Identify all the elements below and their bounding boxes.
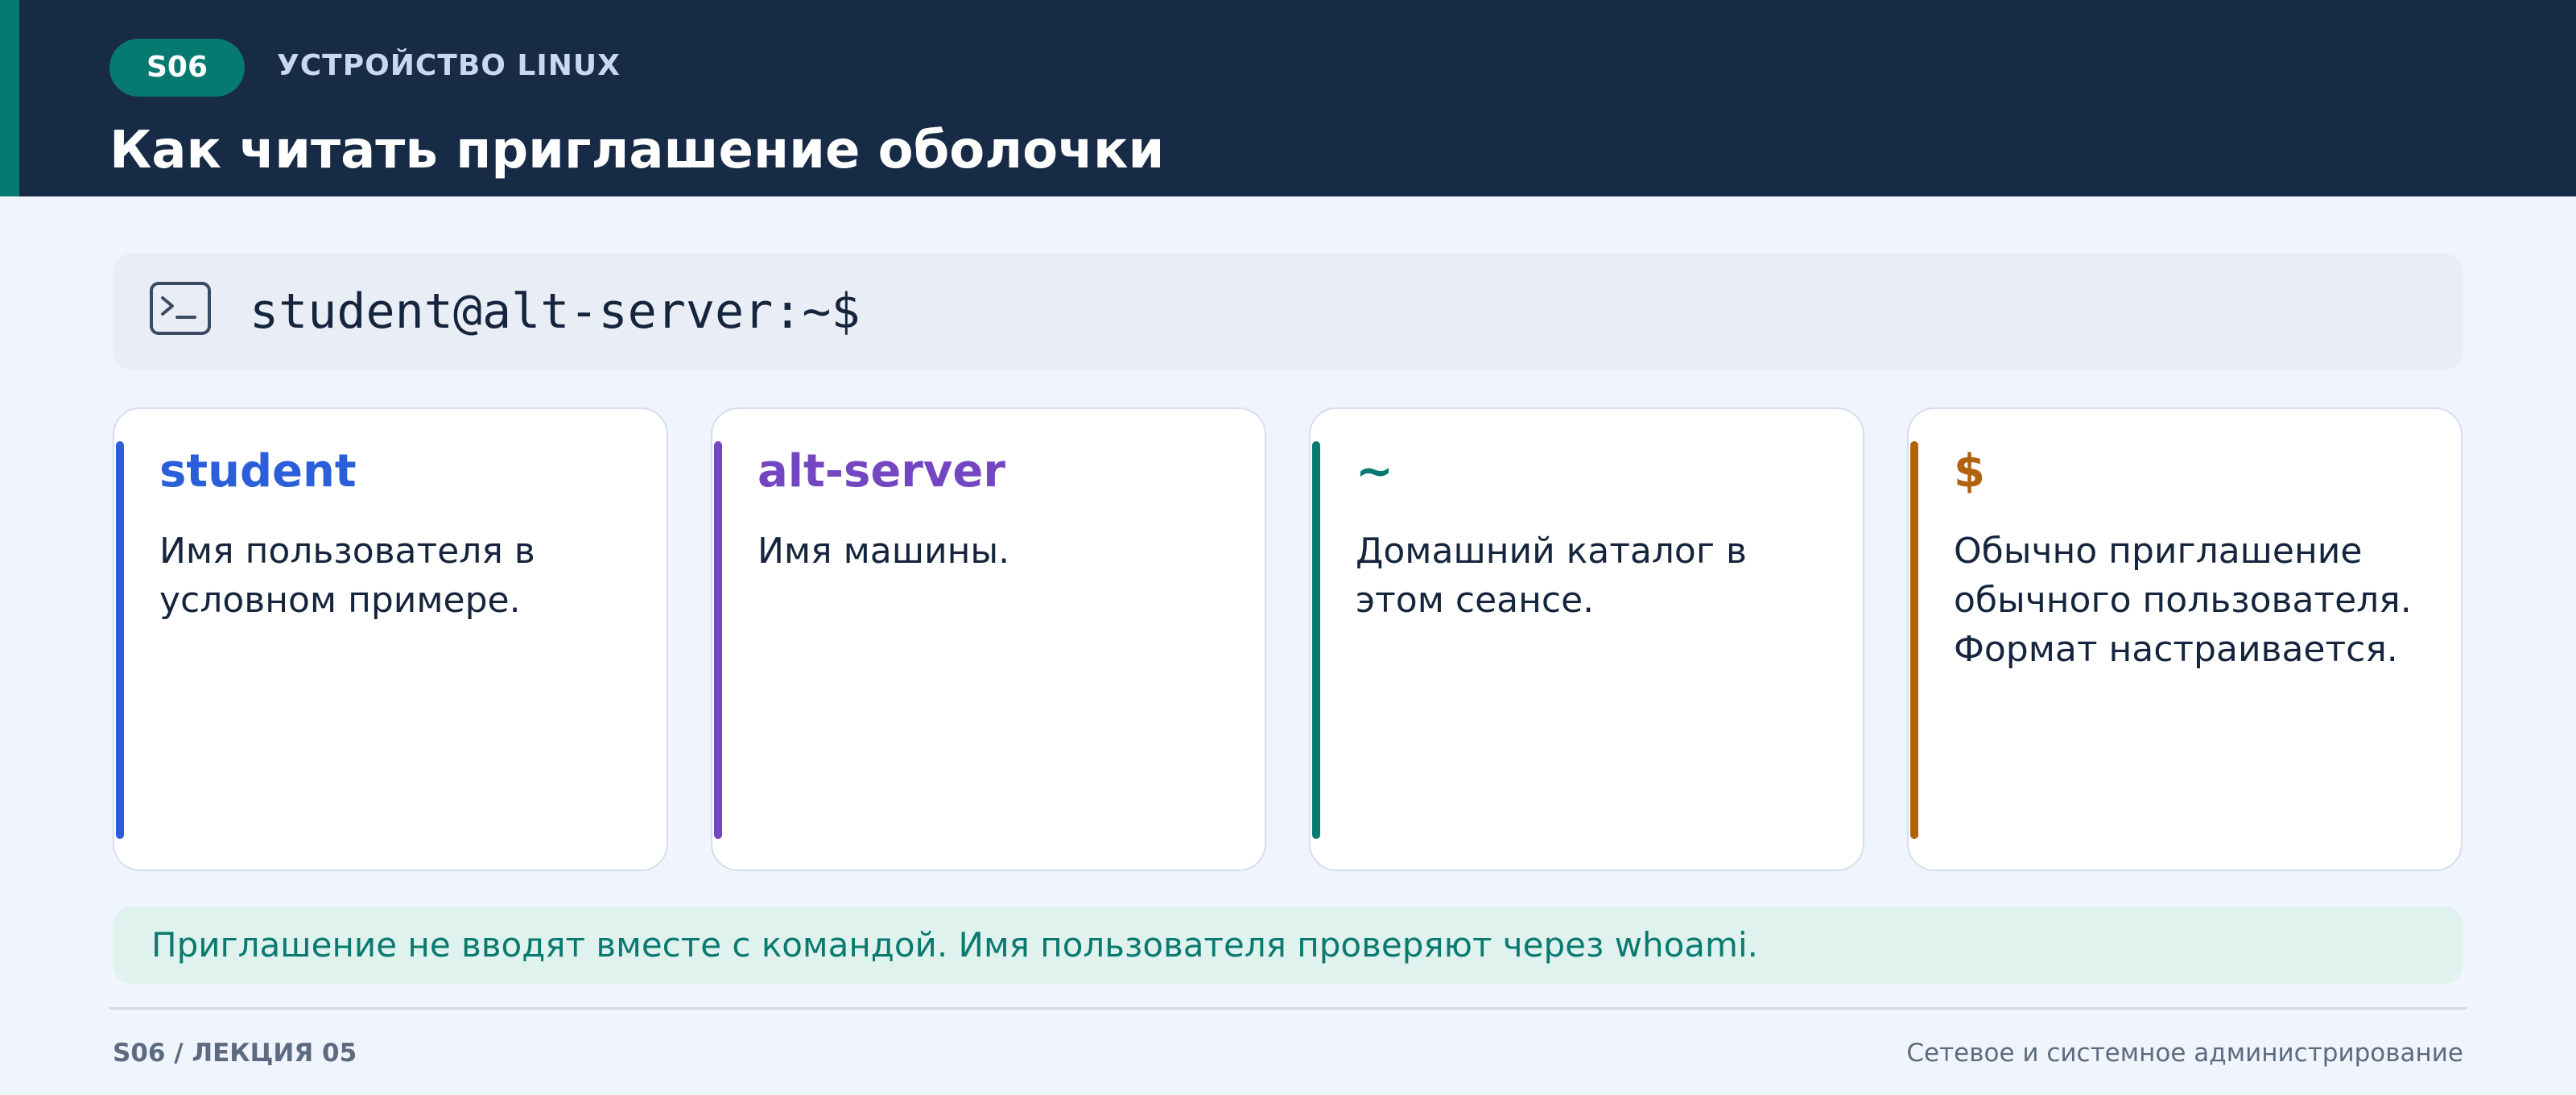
- section-badge: S06: [109, 39, 245, 97]
- footer-lecture-label: S06 / ЛЕКЦИЯ 05: [113, 1039, 357, 1068]
- card-user: student Имя пользователя в условном прим…: [113, 407, 668, 871]
- card-accent-bar: [1910, 441, 1918, 839]
- card-prompt-symbol: $ Обычно приглашение обычного пользовате…: [1907, 407, 2462, 871]
- card-title: student: [159, 445, 357, 498]
- card-description: Домашний каталог в этом сеансе.: [1356, 531, 1747, 621]
- note-callout: Приглашение не вводят вместе с командой.…: [113, 907, 2463, 984]
- prompt-example-box: student@alt-server:~$: [113, 253, 2463, 370]
- card-title: alt-server: [758, 445, 1006, 498]
- card-accent-bar: [1312, 441, 1320, 839]
- slide-header: S06 УСТРОЙСТВО LINUX Как читать приглаше…: [0, 0, 2576, 196]
- header-accent-stripe: [0, 0, 19, 196]
- card-accent-bar: [116, 441, 124, 839]
- note-text: Приглашение не вводят вместе с командой.…: [151, 925, 1758, 965]
- footer-divider: [109, 1007, 2467, 1010]
- prompt-text: student@alt-server:~$: [250, 283, 861, 340]
- card-description: Имя пользователя в условном примере.: [159, 531, 535, 621]
- footer-course-title: Сетевое и системное администрирование: [1906, 1039, 2463, 1068]
- page-title: Как читать приглашение оболочки: [109, 121, 1165, 180]
- card-description: Обычно приглашение обычного пользователя…: [1954, 531, 2412, 670]
- card-title: ~: [1356, 445, 1393, 498]
- card-host: alt-server Имя машины.: [711, 407, 1266, 871]
- card-description: Имя машины.: [758, 531, 1010, 572]
- terminal-icon: [150, 282, 211, 335]
- card-home-dir: ~ Домашний каталог в этом сеансе.: [1309, 407, 1864, 871]
- section-label: УСТРОЙСТВО LINUX: [277, 49, 621, 82]
- card-title: $: [1954, 445, 1985, 498]
- card-accent-bar: [714, 441, 722, 839]
